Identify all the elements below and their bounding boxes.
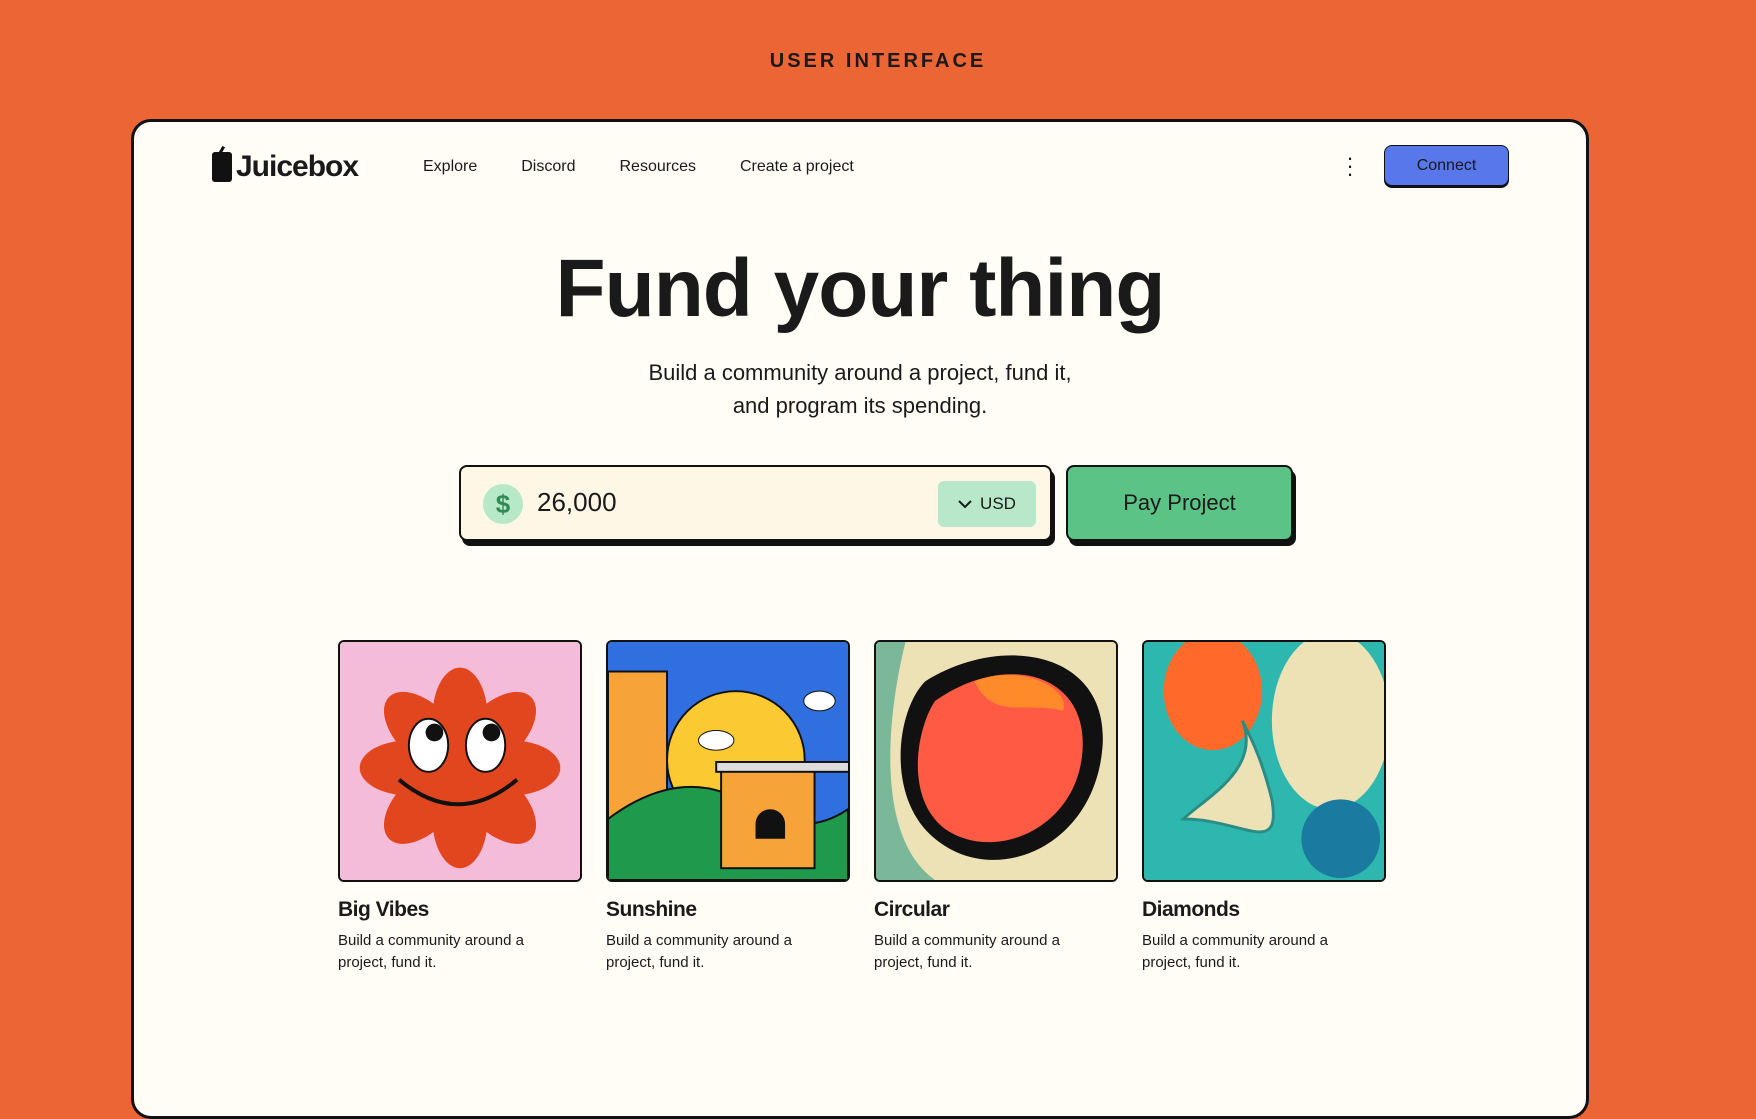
amount-input[interactable]: $ 26,000 USD xyxy=(459,465,1052,541)
project-description: Build a community around a project, fund… xyxy=(1142,932,1328,971)
hero-title: Fund your thing xyxy=(555,243,1166,334)
project-image-sunshine xyxy=(606,640,850,882)
amount-value[interactable]: 26,000 xyxy=(537,487,617,518)
currency-label: USD xyxy=(980,494,1016,513)
logo-text: Juicebox xyxy=(236,150,359,183)
project-image-circular xyxy=(874,640,1118,882)
project-card[interactable]: Sunshine Build a community around a proj… xyxy=(606,640,850,974)
main-nav: Explore Discord Resources Create a proje… xyxy=(423,158,854,176)
nav-explore[interactable]: Explore xyxy=(423,158,477,176)
project-card[interactable]: Circular Build a community around a proj… xyxy=(874,640,1118,974)
juicebox-icon xyxy=(212,152,232,182)
app-window: Juicebox Explore Discord Resources Creat… xyxy=(131,119,1589,1119)
chevron-down-icon xyxy=(958,500,972,509)
hero-subtitle: Build a community around a project, fund… xyxy=(134,356,1586,422)
pay-project-button[interactable]: Pay Project xyxy=(1066,465,1293,541)
project-title[interactable]: Diamonds xyxy=(1142,898,1386,922)
project-title[interactable]: Sunshine xyxy=(606,898,850,922)
connect-button[interactable]: Connect xyxy=(1384,145,1509,186)
project-title[interactable]: Big Vibes xyxy=(338,898,582,922)
project-description: Build a community around a project, fund… xyxy=(606,932,792,971)
dollar-icon: $ xyxy=(483,484,523,524)
project-title[interactable]: Circular xyxy=(874,898,1118,922)
subtitle-line: Build a community around a project, fund… xyxy=(648,360,1072,385)
nav-resources[interactable]: Resources xyxy=(619,158,695,176)
project-description: Build a community around a project, fund… xyxy=(874,932,1060,971)
project-image-big-vibes xyxy=(338,640,582,882)
currency-select[interactable]: USD xyxy=(938,481,1036,527)
more-options-icon[interactable]: · · · xyxy=(1345,147,1355,185)
project-image-diamonds xyxy=(1142,640,1386,882)
project-card[interactable]: Big Vibes Build a community around a pro… xyxy=(338,640,582,974)
nav-discord[interactable]: Discord xyxy=(521,158,575,176)
logo[interactable]: Juicebox xyxy=(212,150,359,184)
subtitle-line: and program its spending. xyxy=(732,393,988,418)
project-card[interactable]: Diamonds Build a community around a proj… xyxy=(1142,640,1386,974)
project-description: Build a community around a project, fund… xyxy=(338,932,524,971)
nav-create-project[interactable]: Create a project xyxy=(740,158,854,176)
page-heading-label: USER INTERFACE xyxy=(769,50,987,72)
